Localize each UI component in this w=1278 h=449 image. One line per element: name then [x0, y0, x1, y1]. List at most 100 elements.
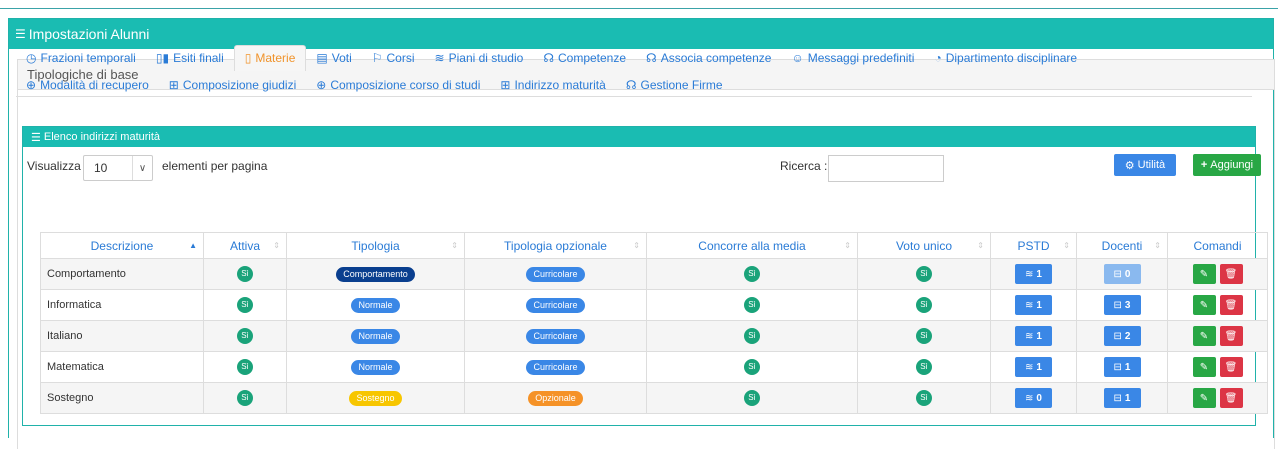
column-header-label: Concorre alla media — [698, 238, 806, 253]
cell-flag: Sì — [646, 351, 858, 383]
cell-tipologia: Comportamento — [286, 258, 465, 290]
docenti-button[interactable]: ⊟ 1 — [1103, 388, 1141, 408]
delete-button[interactable]: 🗑 — [1219, 326, 1243, 346]
add-button[interactable]: + Aggiungi — [1193, 154, 1261, 176]
edit-button[interactable]: ✎ — [1192, 326, 1216, 346]
column-header-tipologia-opzionale[interactable]: Tipologia opzionale ⇕ — [464, 232, 647, 259]
utility-button-label: Utilità — [1137, 159, 1166, 171]
pstd-button[interactable]: ≋ 1 — [1015, 264, 1052, 284]
search-input[interactable] — [828, 155, 944, 182]
column-header-descrizione[interactable]: Descrizione ▲ — [40, 232, 204, 259]
page-size-select[interactable]: 10 ∨ — [83, 155, 153, 181]
tab-piani-di-studio[interactable]: ≋ Piani di studio — [425, 45, 534, 71]
tab-voti[interactable]: ▤ Voti — [306, 45, 361, 71]
pstd-button[interactable]: ≋ 1 — [1015, 326, 1052, 346]
tab-dipartimento-disciplinare[interactable]: ◔ Dipartimento disciplinare — [924, 45, 1087, 71]
tab-materie[interactable]: ▯ Materie — [233, 44, 307, 71]
tab-icon: ⊕ — [26, 77, 37, 92]
cell-flag: Sì — [857, 320, 991, 352]
cell-flag: Sì — [857, 351, 991, 383]
column-header-concorre-alla-media[interactable]: Concorre alla media ⇕ — [646, 232, 858, 259]
tab-label: Frazioni temporali — [40, 50, 136, 65]
cell-descrizione: Comportamento — [40, 258, 204, 290]
tab-icon: ⊞ — [500, 77, 511, 92]
tab-composizione-corso-di-studi[interactable]: ⊕ Composizione corso di studi — [306, 72, 490, 98]
briefcase-icon: ⊟ — [1113, 268, 1122, 280]
cell-flag: Sì — [857, 258, 991, 290]
column-header-label: Comandi — [1193, 238, 1242, 253]
docenti-button[interactable]: ⊟ 1 — [1103, 357, 1141, 377]
docenti-count: 1 — [1124, 392, 1131, 404]
tab-label: Composizione corso di studi — [330, 77, 481, 92]
docenti-count: 1 — [1124, 361, 1131, 373]
layers-icon: ≋ — [1025, 392, 1034, 404]
opzionale-badge: Curricolare — [526, 359, 585, 375]
tab-frazioni-temporali[interactable]: ◷ Frazioni temporali — [16, 45, 146, 71]
tab-messaggi-predefiniti[interactable]: ☺ Messaggi predefiniti — [781, 45, 924, 71]
pstd-button[interactable]: ≋ 1 — [1015, 295, 1052, 315]
cell-pstd: ≋ 0 — [990, 382, 1077, 414]
briefcase-icon: ⊟ — [1113, 330, 1122, 342]
plus-icon: + — [1200, 159, 1208, 171]
cell-flag: Sì — [203, 351, 287, 383]
cell-tipologia-opzionale: Curricolare — [464, 289, 647, 321]
cell-tipologia-opzionale: Curricolare — [464, 351, 647, 383]
edit-button[interactable]: ✎ — [1192, 388, 1216, 408]
tab-composizione-giudizi[interactable]: ⊞ Composizione giudizi — [159, 72, 306, 98]
edit-button[interactable]: ✎ — [1192, 295, 1216, 315]
delete-button[interactable]: 🗑 — [1219, 264, 1243, 284]
tab-label: Piani di studio — [448, 50, 524, 65]
utility-button[interactable]: ⚙ Utilità — [1114, 154, 1176, 176]
opzionale-badge: Curricolare — [526, 266, 585, 282]
cell-pstd: ≋ 1 — [990, 351, 1077, 383]
tab-label: Competenze — [557, 50, 627, 65]
tab-icon: ≋ — [434, 50, 445, 65]
tab-label: Voti — [331, 50, 352, 65]
tab-row-1: ◷ Frazioni temporali ▯▮ Esiti finali ▯ Materi… — [16, 44, 1252, 71]
tab-icon: ⚐ — [371, 50, 383, 65]
tab-icon: ☊ — [646, 50, 657, 65]
tab-associa-competenze[interactable]: ☊ Associa competenze — [636, 45, 781, 71]
cell-comandi: ✎ 🗑 — [1167, 289, 1268, 321]
tab-esiti-finali[interactable]: ▯▮ Esiti finali — [146, 45, 234, 71]
pstd-button[interactable]: ≋ 1 — [1015, 357, 1052, 377]
cell-flag: Sì — [646, 258, 858, 290]
yes-badge: Sì — [744, 328, 760, 344]
cell-pstd: ≋ 1 — [990, 320, 1077, 352]
yes-badge: Sì — [916, 390, 932, 406]
search-label: Ricerca : — [780, 159, 828, 173]
gears-icon: ⚙ — [1124, 159, 1135, 172]
cell-flag: Sì — [203, 258, 287, 290]
tab-competenze[interactable]: ☊ Competenze — [533, 45, 636, 71]
cell-docenti: ⊟ 1 — [1076, 382, 1168, 414]
yes-badge: Sì — [237, 359, 253, 375]
list-panel-title: Elenco indirizzi maturità — [43, 131, 161, 143]
tab-corsi[interactable]: ⚐ Corsi — [362, 45, 425, 71]
delete-button[interactable]: 🗑 — [1219, 388, 1243, 408]
delete-button[interactable]: 🗑 — [1219, 357, 1243, 377]
yes-badge: Sì — [237, 266, 253, 282]
cell-flag: Sì — [203, 289, 287, 321]
tipologia-badge: Normale — [351, 297, 400, 313]
delete-button[interactable]: 🗑 — [1219, 295, 1243, 315]
docenti-button[interactable]: ⊟ 3 — [1103, 295, 1141, 315]
column-header-voto-unico[interactable]: Voto unico ⇕ — [857, 232, 991, 259]
column-header-comandi[interactable]: Comandi — [1167, 232, 1268, 259]
docenti-button[interactable]: ⊟ 2 — [1103, 326, 1141, 346]
column-header-tipologia[interactable]: Tipologia ⇕ — [286, 232, 465, 259]
tab-modalita-di-recupero[interactable]: ⊕ Modalità di recupero — [16, 72, 159, 98]
cell-tipologia: Sostegno — [286, 382, 465, 414]
tab-gestione-firme[interactable]: ☊ Gestione Firme — [616, 72, 733, 98]
cell-flag: Sì — [203, 320, 287, 352]
sort-icon: ⇕ — [633, 241, 640, 250]
column-header-docenti[interactable]: Docenti ⇕ — [1076, 232, 1168, 259]
column-header-pstd[interactable]: PSTD ⇕ — [990, 232, 1077, 259]
pstd-button[interactable]: ≋ 0 — [1015, 388, 1052, 408]
docenti-count: 0 — [1124, 268, 1131, 280]
list-panel-header: ☰ Elenco indirizzi maturità — [23, 127, 1255, 147]
tab-indirizzo-maturita[interactable]: ⊞ Indirizzo maturità — [490, 72, 615, 98]
edit-button[interactable]: ✎ — [1192, 357, 1216, 377]
edit-button[interactable]: ✎ — [1192, 264, 1216, 284]
column-header-attiva[interactable]: Attiva ⇕ — [203, 232, 287, 259]
docenti-button[interactable]: ⊟ 0 — [1103, 264, 1141, 284]
